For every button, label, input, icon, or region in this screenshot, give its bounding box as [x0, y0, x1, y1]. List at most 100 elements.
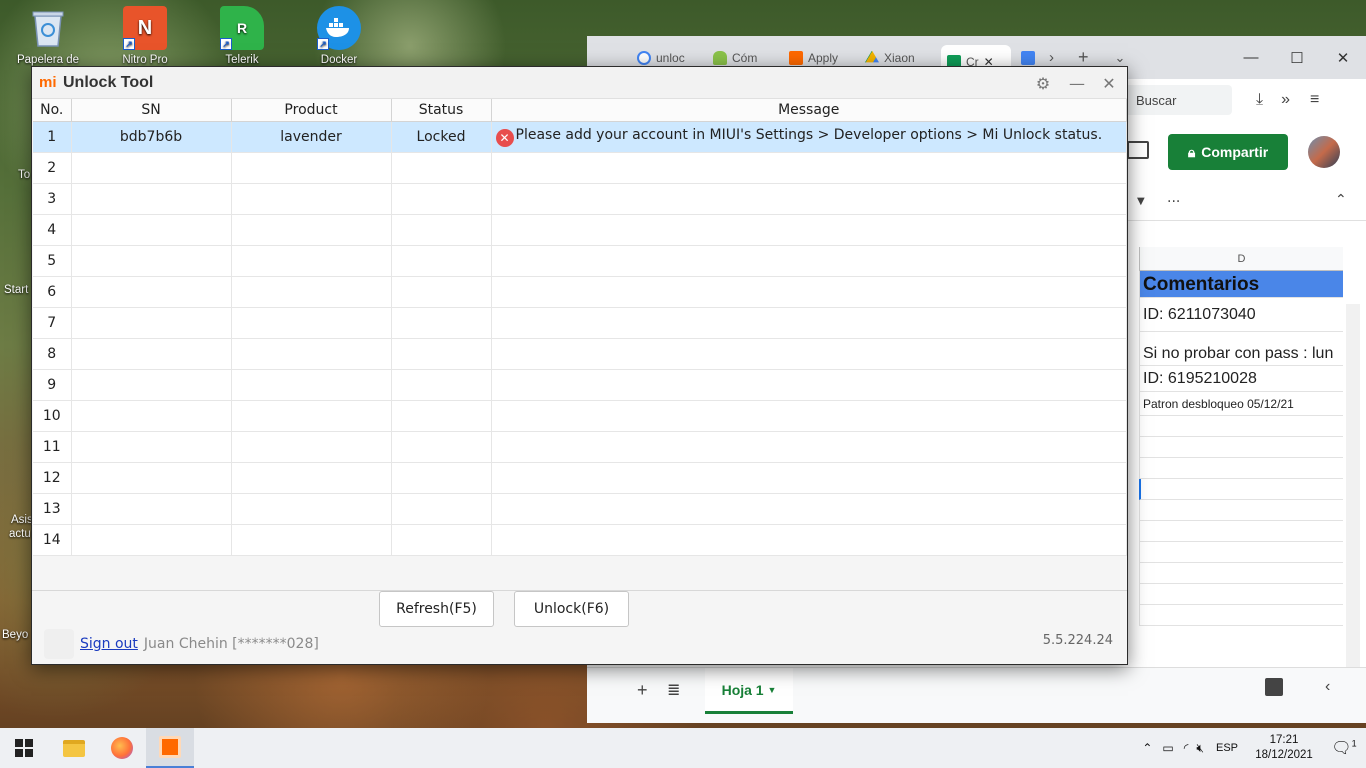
table-row[interactable]: 14: [33, 524, 1127, 556]
browser-tab[interactable]: Cóm: [713, 50, 789, 65]
refresh-button[interactable]: Refresh(F5): [379, 591, 494, 627]
error-icon: ✕: [495, 128, 514, 147]
sheet-cell[interactable]: ID: 6211073040: [1139, 298, 1343, 332]
sheet-cell[interactable]: [1139, 500, 1343, 521]
menu-icon[interactable]: ≡: [1310, 91, 1319, 109]
file-explorer-button[interactable]: [50, 728, 98, 768]
browser-tab[interactable]: unloc: [637, 50, 713, 65]
battery-icon[interactable]: ▭: [1162, 741, 1173, 755]
tab-list-icon[interactable]: ⌄: [1115, 50, 1126, 66]
column-header-message[interactable]: Message: [491, 99, 1127, 122]
sheet-tabs-bar: + ≣ Hoja 1 ▼ ‹: [587, 667, 1366, 723]
browser-tab[interactable]: Apply: [789, 50, 865, 65]
minimize-icon[interactable]: —: [1065, 71, 1089, 95]
sheet-cell[interactable]: [1139, 605, 1343, 626]
column-header-status[interactable]: Status: [391, 99, 492, 122]
column-header-product[interactable]: Product: [231, 99, 392, 122]
table-row[interactable]: 11: [33, 431, 1127, 463]
version-label: 5.5.224.24: [1042, 633, 1113, 648]
table-row[interactable]: 8: [33, 338, 1127, 370]
sign-out-link[interactable]: Sign out: [80, 636, 138, 652]
unlock-button[interactable]: Unlock(F6): [514, 591, 629, 627]
search-input[interactable]: Buscar: [1122, 85, 1232, 115]
close-icon[interactable]: ✕: [1320, 36, 1366, 79]
collapse-panel-icon[interactable]: ‹: [1325, 678, 1330, 696]
table-row[interactable]: 4: [33, 214, 1127, 246]
google-icon: [637, 50, 651, 65]
table-row[interactable]: 2: [33, 152, 1127, 184]
column-header[interactable]: D: [1139, 247, 1343, 271]
vertical-scrollbar[interactable]: [1346, 304, 1360, 699]
minimize-icon[interactable]: —: [1228, 36, 1274, 79]
desktop-partial-label[interactable]: To: [18, 169, 30, 181]
dropdown-icon[interactable]: ▼: [1137, 196, 1145, 207]
share-label: Compartir: [1201, 144, 1269, 160]
wifi-icon[interactable]: ◜: [1184, 741, 1189, 755]
table-row[interactable]: 3: [33, 183, 1127, 215]
sheet-cell[interactable]: Si no probar con pass : lun: [1139, 332, 1343, 366]
all-sheets-icon[interactable]: ≣: [667, 680, 680, 700]
table-row[interactable]: 9: [33, 369, 1127, 401]
selected-cell[interactable]: [1139, 479, 1343, 500]
footer-bar: Refresh(F5) Unlock(F6) Sign out Juan Che…: [32, 590, 1127, 664]
clock[interactable]: 17:21 18/12/2021: [1246, 733, 1322, 763]
desktop-partial-label[interactable]: actu: [9, 528, 31, 540]
sheet-cell[interactable]: [1139, 437, 1343, 458]
more-tools-icon[interactable]: »: [1281, 91, 1290, 109]
firefox-button[interactable]: [98, 728, 146, 768]
docs-icon[interactable]: [1021, 50, 1035, 65]
nitro-pro-desktop-icon[interactable]: N ↗ Nitro Pro: [105, 6, 185, 66]
volume-muted-icon[interactable]: 🔇︎: [1196, 741, 1204, 756]
recycle-bin-desktop-icon[interactable]: Papelera de: [8, 6, 88, 66]
unlock-tool-taskbar-button[interactable]: [146, 728, 194, 768]
table-row[interactable]: 1 bdb7b6b lavender Locked ✕ Please add yo…: [33, 121, 1127, 153]
comments-icon[interactable]: [1127, 141, 1149, 159]
desktop-partial-label[interactable]: Start: [4, 284, 28, 296]
table-row[interactable]: 6: [33, 276, 1127, 308]
collapse-icon[interactable]: ⌃: [1335, 192, 1347, 208]
download-icon[interactable]: ⤓: [1256, 91, 1263, 109]
desktop-partial-label[interactable]: Beyo: [2, 629, 28, 641]
sheet-cell[interactable]: [1139, 521, 1343, 542]
share-button[interactable]: 🔒︎ Compartir: [1168, 134, 1288, 170]
maximize-icon[interactable]: ☐: [1274, 36, 1320, 79]
column-header-no[interactable]: No.: [33, 99, 72, 122]
more-options-icon[interactable]: ···: [1167, 194, 1180, 210]
new-tab-icon[interactable]: +: [1078, 47, 1089, 68]
sheet-cell[interactable]: Comentarios: [1139, 271, 1343, 298]
sheet-cell[interactable]: [1139, 584, 1343, 605]
explore-icon[interactable]: [1265, 678, 1283, 696]
show-hidden-icons[interactable]: ⌃: [1142, 741, 1152, 755]
table-row[interactable]: 13: [33, 493, 1127, 525]
title-bar[interactable]: mi Unlock Tool ⚙ — ✕: [32, 67, 1127, 99]
table-row[interactable]: 5: [33, 245, 1127, 277]
table-row[interactable]: 12: [33, 462, 1127, 494]
sheets-toolbar: ▼ ··· ⌃: [1127, 188, 1366, 221]
language-indicator[interactable]: ESP: [1216, 742, 1238, 754]
user-avatar[interactable]: [1308, 136, 1340, 168]
spreadsheet-grid[interactable]: D Comentarios ID: 6211073040 Si no proba…: [1127, 247, 1366, 667]
tab-scroll-right-icon[interactable]: ›: [1049, 49, 1054, 66]
add-sheet-icon[interactable]: +: [637, 680, 648, 701]
sheet-cell[interactable]: [1139, 563, 1343, 584]
browser-tab[interactable]: Xiaon: [865, 50, 941, 65]
table-row[interactable]: 10: [33, 400, 1127, 432]
device-status: Locked: [391, 121, 492, 153]
notification-center-icon[interactable]: 🗨︎1: [1322, 738, 1366, 758]
android-icon: [713, 50, 727, 65]
desktop-partial-label[interactable]: Asis: [11, 514, 33, 526]
sheet-cell[interactable]: ID: 6195210028: [1139, 366, 1343, 392]
column-header-sn[interactable]: SN: [71, 99, 232, 122]
start-button[interactable]: [0, 728, 48, 768]
sheet-cell[interactable]: [1139, 458, 1343, 479]
firefox-icon: [111, 737, 133, 759]
sheet-cell[interactable]: Patron desbloqueo 05/12/21: [1139, 392, 1343, 416]
table-row[interactable]: 7: [33, 307, 1127, 339]
sheet-tab[interactable]: Hoja 1 ▼: [705, 668, 793, 714]
close-icon[interactable]: ✕: [1097, 71, 1121, 95]
sheet-cell[interactable]: [1139, 542, 1343, 563]
row-number: 4: [33, 214, 72, 246]
sheet-cell[interactable]: [1139, 416, 1343, 437]
row-number: 12: [33, 462, 72, 494]
settings-gear-icon[interactable]: ⚙: [1031, 71, 1055, 95]
